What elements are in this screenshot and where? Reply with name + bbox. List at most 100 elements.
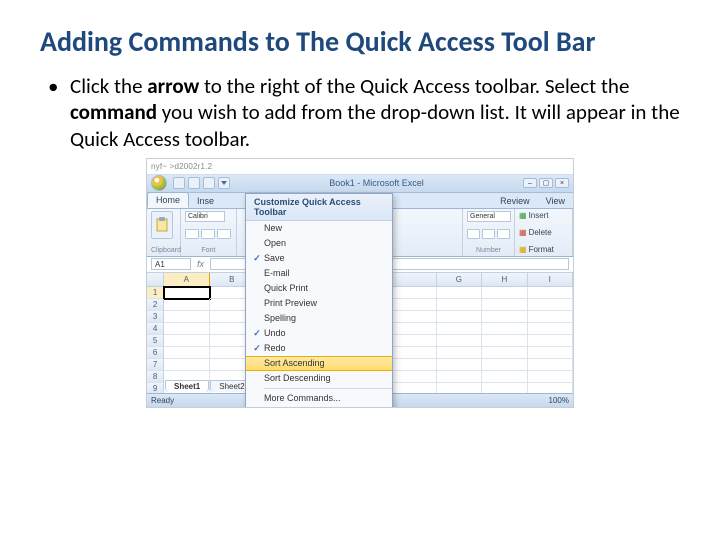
cell[interactable] xyxy=(437,371,482,383)
select-all-corner[interactable] xyxy=(147,273,164,286)
row-header[interactable]: 5 xyxy=(147,335,164,347)
cell[interactable] xyxy=(437,287,482,299)
cell[interactable] xyxy=(482,383,527,393)
cell[interactable] xyxy=(482,323,527,335)
paste-button[interactable] xyxy=(151,211,173,239)
qat-customize-arrow-button[interactable] xyxy=(218,177,230,189)
status-zoom[interactable]: 100% xyxy=(549,396,569,405)
cell[interactable] xyxy=(391,299,436,311)
name-box[interactable]: A1 xyxy=(151,258,191,270)
cell[interactable] xyxy=(164,335,209,347)
format-cells-button[interactable]: ▦Format xyxy=(519,245,568,254)
cell[interactable] xyxy=(482,359,527,371)
cell[interactable] xyxy=(528,323,573,335)
cell[interactable] xyxy=(437,383,482,393)
ribbon-tab-home[interactable]: Home xyxy=(147,192,189,208)
cell[interactable] xyxy=(391,287,436,299)
row-header[interactable]: 6 xyxy=(147,347,164,359)
cell[interactable] xyxy=(528,359,573,371)
underline-button[interactable] xyxy=(217,229,231,239)
cell[interactable] xyxy=(391,359,436,371)
cell[interactable] xyxy=(528,287,573,299)
cell[interactable] xyxy=(391,371,436,383)
col-header-h[interactable]: H xyxy=(482,273,527,286)
qat-redo-button[interactable] xyxy=(203,177,215,189)
fx-icon[interactable]: fx xyxy=(197,259,204,269)
qat-menu-item[interactable]: ✓Undo xyxy=(246,326,392,341)
office-button-icon[interactable] xyxy=(151,175,167,191)
cell[interactable] xyxy=(482,347,527,359)
body-post1: you wish to add from the drop-down list.… xyxy=(70,99,680,151)
qat-menu-item[interactable]: Show Below the Ribbon xyxy=(246,406,392,408)
qat-menu-item[interactable]: Spelling xyxy=(246,311,392,326)
cell[interactable] xyxy=(528,311,573,323)
cell[interactable] xyxy=(164,299,209,311)
cell[interactable] xyxy=(391,347,436,359)
qat-menu-item[interactable]: Quick Print xyxy=(246,281,392,296)
insert-cells-button[interactable]: ▦Insert xyxy=(519,211,568,220)
row-header[interactable]: 9 xyxy=(147,383,164,393)
qat-menu-item[interactable]: Sort Ascending xyxy=(246,356,392,371)
window-maximize-button[interactable]: ▢ xyxy=(539,178,553,188)
qat-undo-button[interactable] xyxy=(188,177,200,189)
qat-save-button[interactable] xyxy=(173,177,185,189)
row-header[interactable]: 7 xyxy=(147,359,164,371)
col-header[interactable] xyxy=(391,273,436,286)
qat-menu-item[interactable]: More Commands... xyxy=(246,391,392,406)
cell[interactable] xyxy=(482,311,527,323)
cell[interactable] xyxy=(437,359,482,371)
number-format-combo[interactable]: General xyxy=(467,211,511,222)
qat-menu-item[interactable]: E-mail xyxy=(246,266,392,281)
italic-button[interactable] xyxy=(201,229,215,239)
qat-menu-item[interactable]: Print Preview xyxy=(246,296,392,311)
cell[interactable] xyxy=(528,347,573,359)
cell[interactable] xyxy=(528,299,573,311)
cell[interactable] xyxy=(437,299,482,311)
cell[interactable] xyxy=(482,335,527,347)
qat-menu-item[interactable]: Open xyxy=(246,236,392,251)
cell[interactable] xyxy=(437,323,482,335)
cell[interactable] xyxy=(164,347,209,359)
ribbon-tab-insert[interactable]: Inse xyxy=(189,194,222,208)
comma-button[interactable] xyxy=(497,229,510,239)
cell[interactable] xyxy=(164,287,209,299)
currency-button[interactable] xyxy=(467,229,480,239)
cell[interactable] xyxy=(528,335,573,347)
cell[interactable] xyxy=(391,335,436,347)
row-header[interactable]: 2 xyxy=(147,299,164,311)
qat-menu-item[interactable]: ✓Redo xyxy=(246,341,392,356)
cell[interactable] xyxy=(528,371,573,383)
cell[interactable] xyxy=(164,323,209,335)
cell[interactable] xyxy=(437,335,482,347)
cell[interactable] xyxy=(391,383,436,393)
row-header[interactable]: 3 xyxy=(147,311,164,323)
cell[interactable] xyxy=(437,311,482,323)
cell[interactable] xyxy=(391,311,436,323)
cell[interactable] xyxy=(482,299,527,311)
bold-button[interactable] xyxy=(185,229,199,239)
delete-cells-button[interactable]: ▦Delete xyxy=(519,228,568,237)
cell[interactable] xyxy=(391,323,436,335)
percent-button[interactable] xyxy=(482,229,495,239)
sheet-tab-1[interactable]: Sheet1 xyxy=(165,380,209,392)
font-name-combo[interactable]: Calibri xyxy=(185,211,225,222)
qat-menu-item[interactable]: New xyxy=(246,221,392,236)
col-header-a[interactable]: A xyxy=(164,273,209,286)
qat-menu-item[interactable]: Sort Descending xyxy=(246,371,392,386)
cell[interactable] xyxy=(164,311,209,323)
col-header-i[interactable]: I xyxy=(528,273,573,286)
row-header[interactable]: 4 xyxy=(147,323,164,335)
row-header[interactable]: 8 xyxy=(147,371,164,383)
window-minimize-button[interactable]: – xyxy=(523,178,537,188)
cell[interactable] xyxy=(437,347,482,359)
cell[interactable] xyxy=(482,371,527,383)
qat-menu-item[interactable]: ✓Save xyxy=(246,251,392,266)
col-header-g[interactable]: G xyxy=(437,273,482,286)
cell[interactable] xyxy=(528,383,573,393)
cell[interactable] xyxy=(164,359,209,371)
ribbon-tab-view[interactable]: View xyxy=(538,194,573,208)
row-header[interactable]: 1 xyxy=(147,287,164,299)
ribbon-tab-review[interactable]: Review xyxy=(492,194,538,208)
window-close-button[interactable]: × xyxy=(555,178,569,188)
cell[interactable] xyxy=(482,287,527,299)
